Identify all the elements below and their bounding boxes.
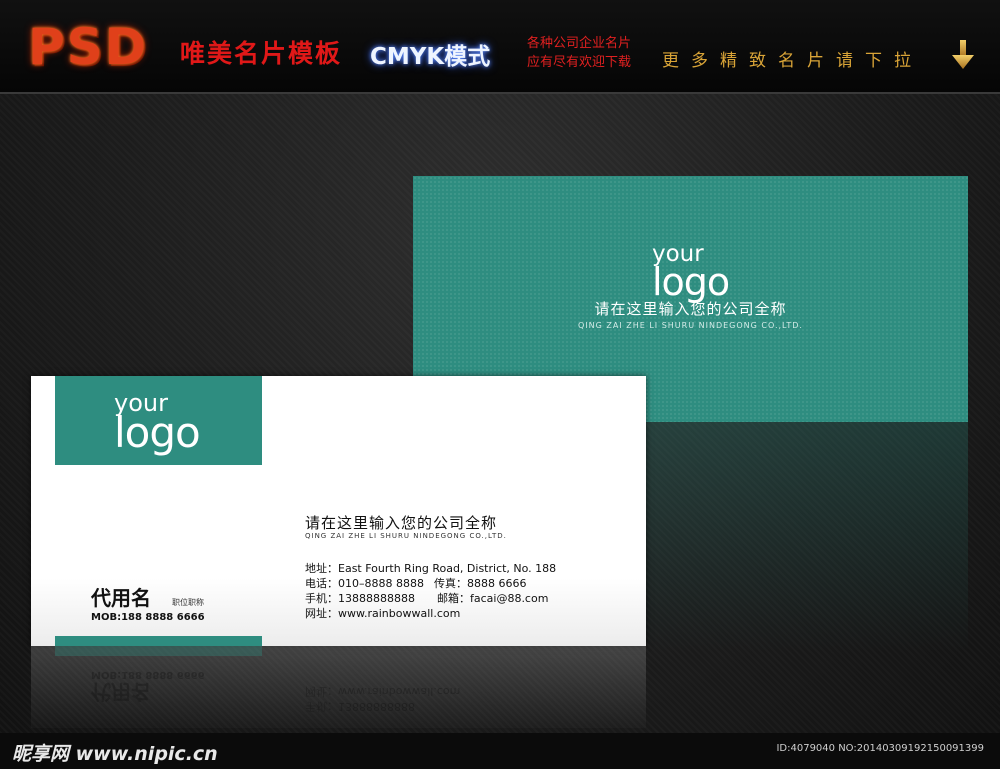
contact-info: 地址：East Fourth Ring Road, District, No. …	[305, 561, 556, 621]
psd-badge: PSD	[28, 18, 149, 76]
job-title: 职位职称	[172, 598, 204, 607]
tagline-line-1: 各种公司企业名片	[527, 36, 632, 51]
header-bar: PSD 唯美名片模板 CMYK模式 各种公司企业名片 应有尽有欢迎下载 更多精致…	[0, 0, 1000, 94]
image-id-text: ID:4079040 NO:20140309192150091399	[776, 743, 984, 754]
address-line: 地址：East Fourth Ring Road, District, No. …	[305, 562, 557, 575]
mobile-number: MOB:188 8888 6666	[91, 612, 205, 623]
logo: your logo	[652, 243, 730, 304]
reflection-name: 代用名	[91, 680, 151, 704]
company-name-en: QING ZAI ZHE LI SHURU NINDEGONG CO.,LTD.	[578, 321, 803, 330]
reflection-website: 网址：www.rainbowwall.com	[305, 685, 461, 698]
site-watermark: 昵享网 www.nipic.cn	[12, 743, 218, 765]
phone-text: 电话：010–8888 8888	[305, 577, 424, 590]
company-name-cn: 请在这里输入您的公司全称	[305, 514, 498, 532]
reflection-mobile: 手机：13888888888	[305, 700, 415, 713]
person-name: 代用名	[91, 586, 151, 610]
company-name-en: QING ZAI ZHE LI SHURU NINDEGONG CO.,LTD.	[305, 532, 507, 540]
accent-bar	[55, 636, 262, 646]
business-card-front: your logo 请在这里输入您的公司全称 QING ZAI ZHE LI S…	[31, 376, 646, 646]
down-arrow-icon[interactable]	[950, 38, 976, 72]
fax-text: 传真：8888 6666	[433, 577, 527, 590]
email-text: 邮箱：facai@88.com	[436, 592, 549, 605]
phone-fax-line: 电话：010–8888 8888 传真：8888 6666	[305, 576, 556, 591]
website-line: 网址：www.rainbowwall.com	[305, 607, 461, 620]
mobile-email-line: 手机：13888888888 邮箱：facai@88.com	[305, 591, 556, 606]
tagline-line-2: 应有尽有欢迎下载	[527, 55, 632, 70]
page-title: 唯美名片模板	[180, 39, 343, 68]
reflection-ghost: 代用名 MOB:188 8888 6666 手机：13888888888 网址：…	[31, 646, 646, 728]
reflection-accent-bar	[55, 646, 262, 656]
logo-text-logo: logo	[114, 408, 201, 457]
mobile-text: 手机：13888888888	[305, 592, 415, 605]
reflection-contact: 手机：13888888888 网址：www.rainbowwall.com	[305, 684, 460, 714]
scroll-more-link[interactable]: 更多精致名片请下拉	[662, 46, 923, 71]
logo-text-logo: logo	[652, 260, 730, 304]
logo: your logo	[114, 391, 201, 457]
reflection-mob: MOB:188 8888 6666	[91, 669, 205, 680]
logo-block: your logo	[55, 376, 262, 465]
front-card-reflection: 代用名 MOB:188 8888 6666 手机：13888888888 网址：…	[31, 646, 646, 728]
cmyk-mode-label: CMYK模式	[370, 44, 491, 70]
footer-bar: 昵享网 www.nipic.cn ID:4079040 NO:201403091…	[0, 733, 1000, 769]
tagline: 各种公司企业名片 应有尽有欢迎下载	[527, 34, 631, 72]
company-name-cn: 请在这里输入您的公司全称	[594, 300, 787, 318]
